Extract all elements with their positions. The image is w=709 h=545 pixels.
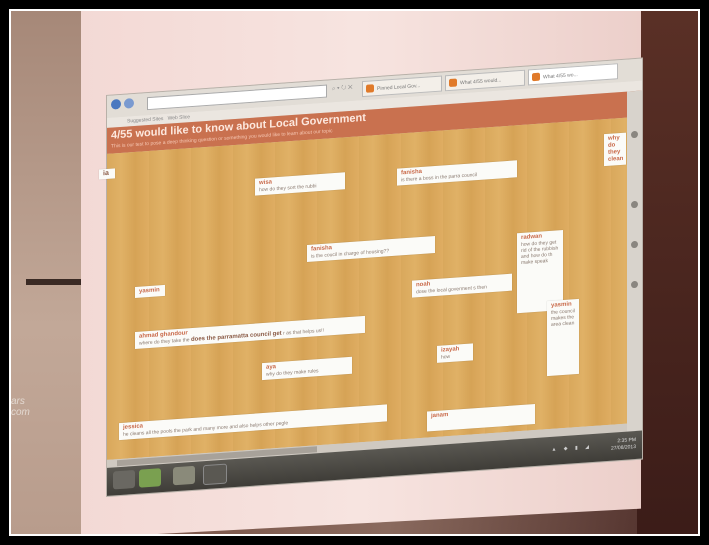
browser-window: ⌕ ▾ ↻ ✕ Pinned Local Gov... What 4/55 wo… — [99, 57, 643, 497]
note-card[interactable]: izayah how — [437, 343, 473, 363]
forward-button-icon[interactable] — [124, 98, 134, 109]
note-card[interactable]: why do they clean — [604, 132, 626, 167]
note-card[interactable]: yasmin — [135, 284, 165, 298]
vertical-scrollbar[interactable] — [627, 90, 642, 432]
note-card[interactable]: fanisha is there a boss in the parra coun… — [397, 160, 517, 186]
wall-poster-text: ars com — [11, 396, 30, 418]
scroll-dot-icon — [631, 280, 638, 289]
note-card[interactable]: ia — [99, 168, 115, 180]
note-card[interactable]: yasmin the council makes the area clean — [547, 298, 579, 377]
taskbar-clock[interactable]: 2:35 PM 27/08/2013 — [611, 437, 636, 453]
system-tray[interactable]: ▲ ◆ ▮ ◢ — [551, 444, 592, 453]
address-controls[interactable]: ⌕ ▾ ↻ ✕ — [332, 85, 353, 93]
fav-web-slice[interactable]: Web Slice — [168, 114, 190, 122]
padlet-wall[interactable]: ia wisa how do they sort the rubbi fanish… — [99, 117, 627, 460]
note-card[interactable]: fanisha is the coucil in charge of housin… — [307, 235, 435, 262]
note-card[interactable]: jessica he cleans all the pools the park … — [119, 404, 387, 441]
note-card[interactable]: aya why do they make rules — [262, 356, 352, 381]
photo-frame: ars com ⌕ ▾ ↻ ✕ Pinned Local Gov... What… — [9, 9, 700, 536]
scroll-dot-icon — [631, 240, 638, 249]
padlet-icon — [532, 72, 540, 82]
room-dark-edge — [637, 11, 698, 534]
tab-2[interactable]: What 4/55 would... — [445, 69, 525, 92]
wall-fixture — [26, 279, 81, 285]
fav-suggested-sites[interactable]: Suggested Sites — [127, 116, 163, 125]
scroll-dot-icon — [631, 130, 638, 139]
scroll-dot-icon — [631, 200, 638, 209]
tab-1[interactable]: Pinned Local Gov... — [362, 75, 442, 98]
padlet-icon — [449, 78, 457, 88]
padlet-icon — [366, 84, 374, 93]
start-button-icon[interactable] — [113, 469, 135, 490]
media-taskbar-icon[interactable] — [203, 463, 227, 486]
note-card[interactable]: janam — [427, 404, 535, 432]
note-card[interactable]: wisa how do they sort the rubbi — [255, 172, 345, 196]
note-card[interactable]: ahmad ghandour where do they take the do… — [135, 315, 365, 349]
back-button-icon[interactable] — [111, 98, 121, 110]
explorer-taskbar-icon[interactable] — [173, 465, 195, 486]
ie-taskbar-icon[interactable] — [139, 468, 161, 488]
note-card[interactable]: noah dose the local goverment s then — [412, 273, 512, 298]
